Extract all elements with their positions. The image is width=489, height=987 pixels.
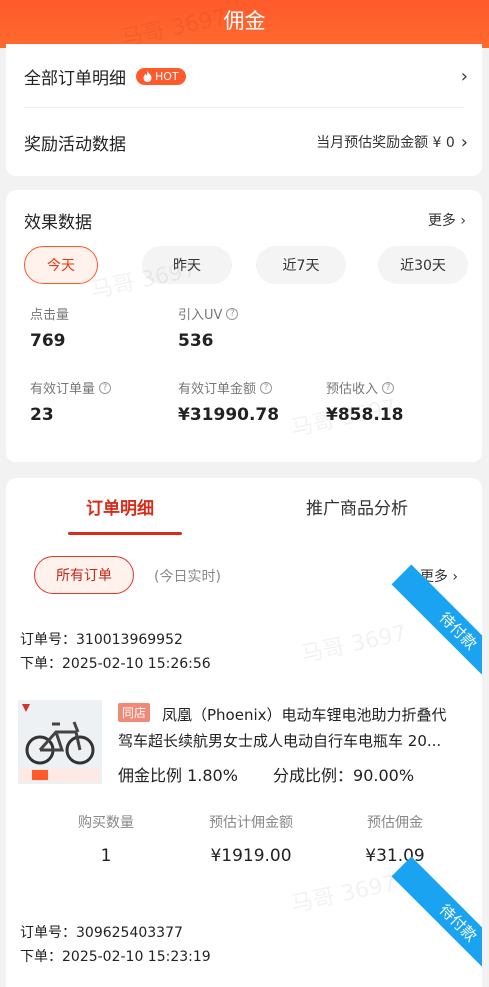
stat-value: ¥31.09	[365, 846, 425, 866]
metric-label: 有效订单金额	[178, 382, 257, 397]
order-time: 下单：2025-02-10 15:26:56	[20, 656, 211, 672]
order-tabs: 订单明细 推广商品分析	[6, 478, 482, 536]
stat-quantity: 购买数量 1	[56, 812, 156, 866]
stat-value: 1	[100, 846, 112, 866]
metric-clicks: 点击量 769	[30, 304, 69, 351]
order-number: 订单号：310013969952	[20, 632, 183, 648]
hot-label: HOT	[155, 69, 179, 83]
stat-base-amount: 预估计佣金额 ¥1919.00	[186, 812, 316, 866]
tab-product-analysis[interactable]: 推广商品分析	[306, 494, 408, 519]
stat-label: 购买数量	[78, 815, 134, 831]
chevron-right-icon: ›	[460, 131, 468, 153]
product-image[interactable]	[18, 700, 102, 784]
metric-order-amount: 有效订单金额? ¥31990.78	[178, 378, 279, 425]
product-title-line2: 驾车超长续航男女士成人电动自行车电瓶车 20...	[118, 732, 442, 750]
metric-uv: 引入UV? 536	[178, 304, 239, 351]
metric-value: 536	[178, 331, 214, 351]
effect-title: 效果数据	[24, 213, 92, 233]
stat-label: 预估计佣金额	[209, 815, 293, 831]
metric-value: ¥31990.78	[178, 405, 280, 425]
product-title[interactable]: 凤凰（Phoenix）电动车锂电池助力折叠代 驾车超长续航男女士成人电动自行车电…	[118, 702, 468, 754]
orders-card: 订单明细 推广商品分析 所有订单 (今日实时) 更多 › 待付款 订单号：310…	[6, 478, 482, 987]
period-30days[interactable]: 近30天	[378, 246, 468, 284]
help-icon[interactable]: ?	[99, 381, 112, 394]
stat-label: 预估佣金	[367, 815, 423, 831]
fire-icon	[143, 70, 152, 82]
reward-label: 奖励活动数据	[24, 134, 126, 155]
stat-value: ¥1919.00	[210, 846, 292, 866]
top-card: 全部订单明细 HOT › 奖励活动数据 当月预估奖励金额 ¥ 0 ›	[6, 44, 482, 176]
all-orders-label: 全部订单明细	[24, 68, 126, 89]
share-rate: 分成比例：90.00%	[273, 766, 415, 785]
page-title: 佣金	[223, 9, 266, 33]
chevron-right-icon: ›	[460, 65, 468, 87]
commission-rate: 佣金比例 1.80%	[118, 766, 238, 785]
realtime-note: (今日实时)	[154, 569, 221, 585]
reward-row[interactable]: 奖励活动数据 当月预估奖励金额 ¥ 0 ›	[24, 122, 468, 162]
status-ribbon: 待付款	[391, 856, 482, 987]
all-orders-filter[interactable]: 所有订单	[34, 556, 134, 594]
help-icon[interactable]: ?	[260, 381, 273, 394]
tab-order-detail[interactable]: 订单明细	[86, 494, 154, 519]
period-7days[interactable]: 近7天	[256, 246, 346, 284]
tab-indicator	[68, 532, 182, 535]
hot-badge: HOT	[136, 67, 186, 85]
reward-amount: 当月预估奖励金额 ¥ 0	[316, 135, 455, 151]
metric-value: 23	[30, 405, 54, 425]
metric-label: 引入UV	[178, 308, 223, 323]
order-number: 订单号：309625403377	[20, 925, 183, 941]
effect-card: 效果数据 更多 › 今天 昨天 近7天 近30天 点击量 769 引入UV? 5…	[6, 190, 482, 462]
all-orders-row[interactable]: 全部订单明细 HOT ›	[24, 56, 468, 96]
metric-valid-orders: 有效订单量? 23	[30, 378, 112, 425]
period-today[interactable]: 今天	[24, 246, 98, 284]
metric-label: 点击量	[30, 308, 70, 323]
header-bar: 佣金	[0, 0, 489, 48]
order-time: 下单：2025-02-10 15:23:19	[20, 949, 211, 965]
help-icon[interactable]: ?	[226, 307, 239, 320]
effect-more-link[interactable]: 更多 ›	[428, 210, 466, 230]
divider	[24, 107, 464, 108]
product-title-line1: 凤凰（Phoenix）电动车锂电池助力折叠代	[162, 706, 447, 724]
stat-commission: 预估佣金 ¥31.09	[340, 812, 450, 866]
metric-value: 769	[30, 331, 66, 351]
rates-row: 佣金比例 1.80% 分成比例：90.00%	[118, 762, 444, 786]
metric-label: 有效订单量	[30, 382, 96, 397]
bicycle-icon	[18, 700, 102, 784]
